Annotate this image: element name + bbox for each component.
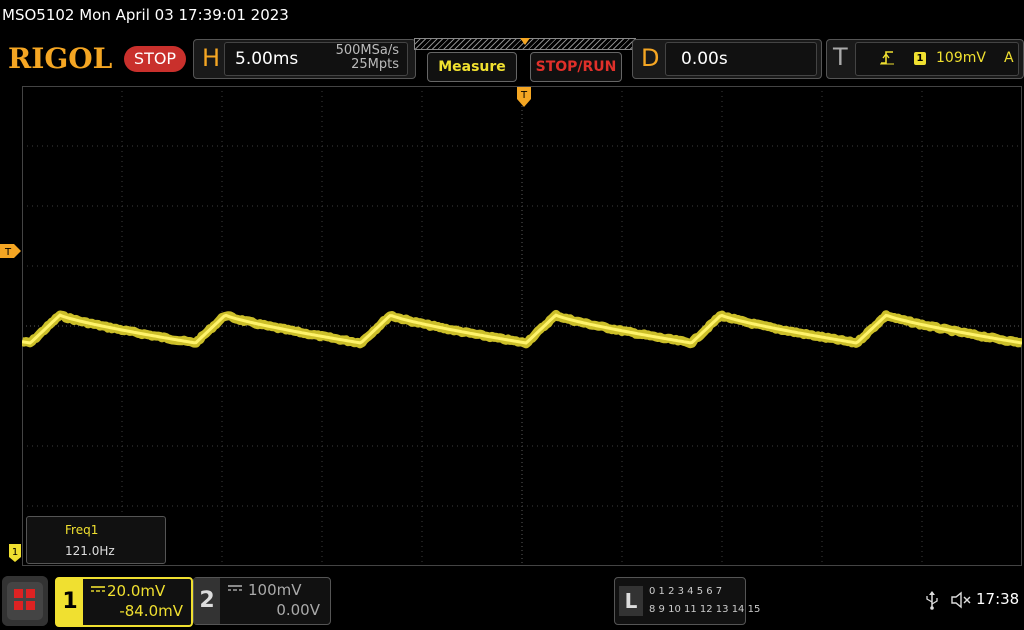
trigger-box[interactable]: 1 109mV A	[855, 42, 1019, 76]
trigger-position-mark-icon	[520, 38, 530, 45]
trigger-position-marker-label: T	[520, 90, 528, 101]
status-clock: 17:38	[976, 590, 1020, 608]
trigger-position-marker-icon[interactable]: T	[516, 86, 532, 108]
speaker-muted-icon[interactable]	[950, 590, 972, 610]
measurement-box[interactable]: Freq1 121.0Hz	[26, 516, 166, 564]
timebase-value: 5.00ms	[235, 49, 299, 69]
measure-button[interactable]: Measure	[427, 52, 517, 82]
trigger-letter: T	[833, 43, 848, 71]
channel1-offset-marker-icon[interactable]: 1	[8, 543, 22, 563]
channel1-panel[interactable]: 1 20.0mV -84.0mV	[55, 577, 193, 627]
horizontal-panel[interactable]: H 5.00ms 500MSa/s 25Mpts	[193, 39, 416, 79]
trigger-mode: A	[1004, 50, 1014, 66]
channel2-scale: 100mV	[248, 581, 302, 599]
channel1-marker-label: 1	[12, 547, 18, 558]
channel1-number: 1	[57, 579, 83, 625]
measurement-value: 121.0Hz	[65, 544, 115, 558]
usb-icon	[926, 591, 938, 610]
trigger-level-marker-label: T	[4, 247, 12, 258]
channel1-offset: -84.0mV	[119, 602, 183, 620]
stop-run-button[interactable]: STOP/RUN	[530, 52, 622, 82]
dc-coupling-icon	[91, 586, 105, 592]
run-state-badge[interactable]: STOP	[124, 46, 186, 72]
delay-value: 0.00s	[681, 49, 728, 69]
channel2-number: 2	[194, 578, 220, 624]
window-title: MSO5102 Mon April 03 17:39:01 2023	[2, 6, 289, 24]
channel2-offset: 0.00V	[276, 601, 320, 619]
logic-analyzer-panel[interactable]: L 0 1 2 3 4 5 6 7 8 9 10 11 12 13 14 15	[614, 577, 760, 625]
trigger-level-marker-icon[interactable]: T	[0, 243, 22, 259]
memory-depth: 25Mpts	[351, 57, 399, 72]
waveform-display[interactable]	[22, 86, 1022, 566]
sample-rate: 500MSa/s	[335, 43, 399, 58]
delay-letter: D	[641, 44, 660, 72]
brand-logo: RIGOL	[8, 42, 113, 75]
trigger-level-value: 109mV	[936, 50, 986, 66]
horizontal-letter: H	[202, 44, 221, 72]
rising-edge-icon	[880, 51, 894, 65]
main-menu-icon[interactable]	[2, 576, 48, 626]
trigger-source-badge: 1	[914, 52, 926, 65]
channel2-panel[interactable]: 2 100mV 0.00V	[193, 577, 331, 625]
delay-panel[interactable]: D 0.00s	[632, 39, 822, 79]
horizontal-box[interactable]: 5.00ms 500MSa/s 25Mpts	[224, 42, 408, 76]
logic-channels-row1: 0 1 2 3 4 5 6 7	[649, 586, 723, 597]
channel1-scale: 20.0mV	[107, 582, 166, 600]
dc-coupling-icon	[228, 585, 242, 591]
logic-channels-row2: 8 9 10 11 12 13 14 15	[649, 604, 761, 615]
trigger-panel[interactable]: T 1 109mV A	[826, 39, 1024, 79]
measurement-name: Freq1	[65, 523, 99, 537]
sample-rate-info: 500MSa/s 25Mpts	[336, 44, 399, 72]
delay-box[interactable]: 0.00s	[665, 42, 817, 76]
logic-letter: L	[619, 586, 643, 616]
